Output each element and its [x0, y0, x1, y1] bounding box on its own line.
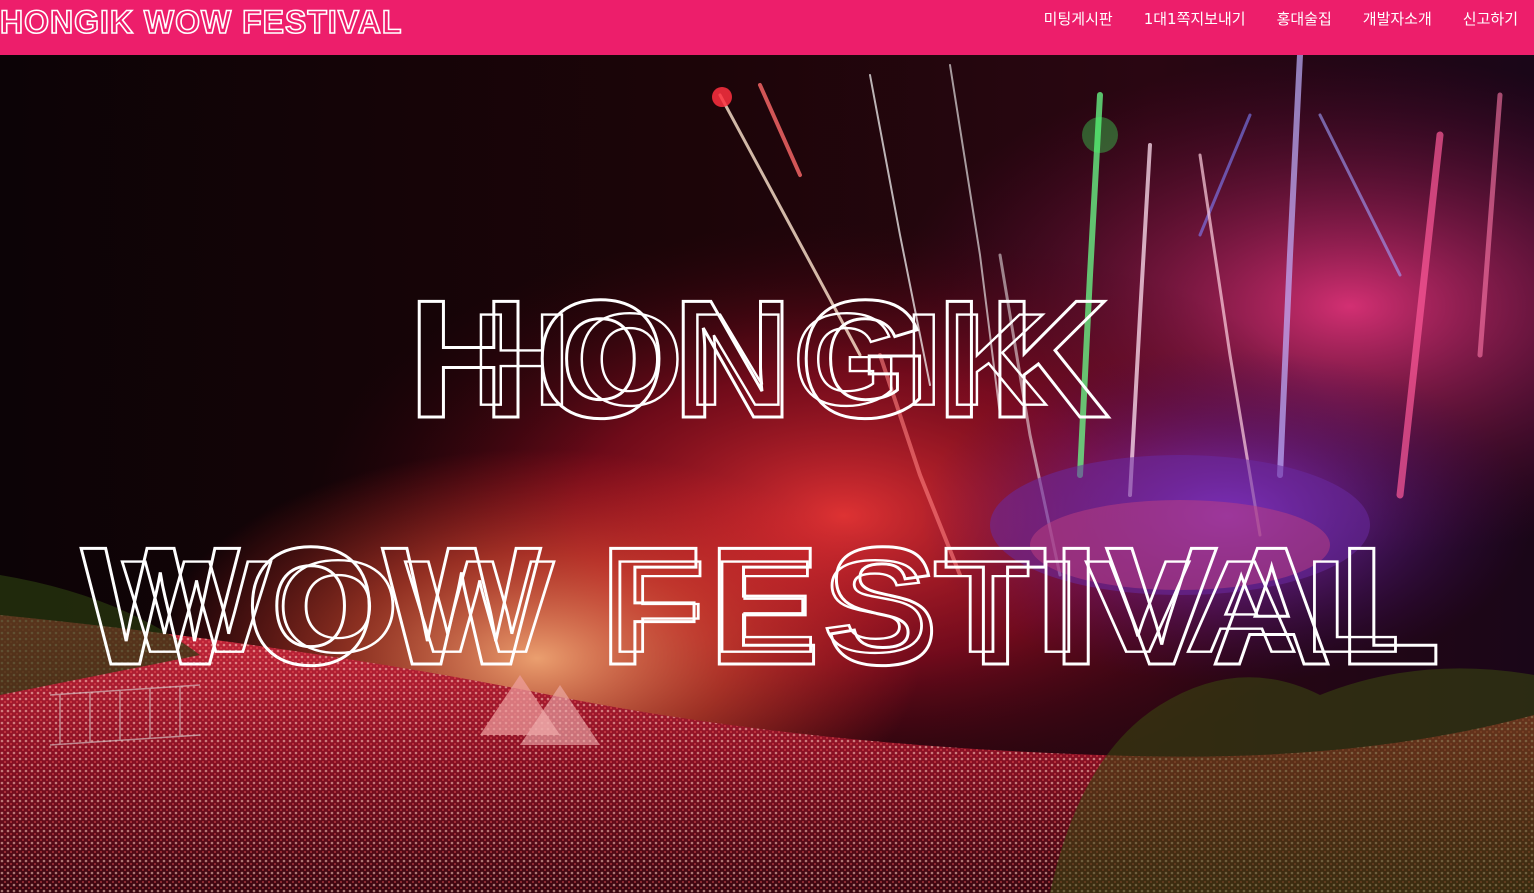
top-navbar: HONGIK WOW FESTIVAL 미팅게시판 1대1쪽지보내기 홍대술집 … [0, 0, 1534, 55]
hero-title-line2-inner: WOW FESTIVAL [122, 533, 1406, 679]
hero-title: HONGIK HONGIK WOW FESTIVAL WOW FESTIVAL [79, 264, 1442, 702]
nav-item-report[interactable]: 신고하기 [1463, 8, 1518, 29]
hero-title-line1-inner: HONGIK [472, 287, 1053, 433]
site-logo-text: HONGIK WOW FESTIVAL [0, 3, 402, 38]
logo-text: HONGIK WOW FESTIVAL [0, 4, 402, 38]
site-logo[interactable]: HONGIK WOW FESTIVAL [0, 0, 480, 38]
nav-menu: 미팅게시판 1대1쪽지보내기 홍대술집 개발자소개 신고하기 [1013, 0, 1534, 55]
nav-item-hongdae-bars[interactable]: 홍대술집 [1277, 8, 1332, 29]
nav-item-meeting-board[interactable]: 미팅게시판 [1044, 8, 1113, 29]
hero-section: HONGIK HONGIK WOW FESTIVAL WOW FESTIVAL [0, 55, 1534, 893]
nav-item-developer-intro[interactable]: 개발자소개 [1363, 8, 1432, 29]
nav-item-direct-message[interactable]: 1대1쪽지보내기 [1144, 8, 1246, 29]
